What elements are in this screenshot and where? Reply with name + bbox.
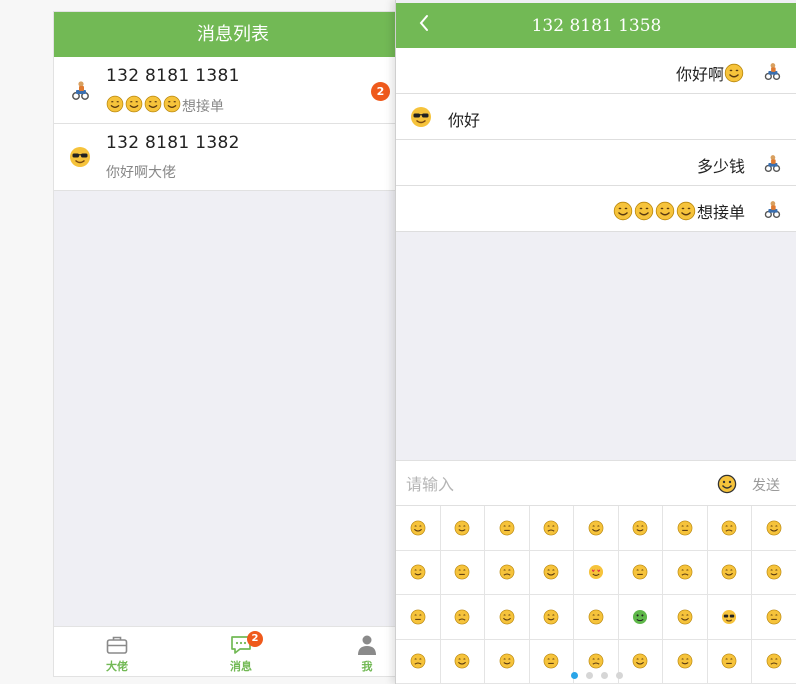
- emoji-option[interactable]: [663, 595, 708, 640]
- rider-avatar-icon: [761, 198, 783, 220]
- briefcase-icon: [105, 634, 129, 656]
- message-text: 你好: [448, 111, 481, 130]
- bottom-tab-bar: 大佬 2 消息 我: [54, 626, 412, 676]
- chat-screen: 132 8181 1358 你好啊 你好 多少钱 想接单 请输入 发送: [395, 0, 796, 684]
- tab-label: 大佬: [106, 660, 128, 673]
- emoji-option[interactable]: [440, 550, 485, 595]
- message-list-screen: 消息列表 132 8181 1381 想接单 2 132 8181 1382 你…: [53, 11, 413, 677]
- smile-emoji-icon: [106, 95, 124, 113]
- emoji-option[interactable]: [707, 550, 752, 595]
- emoji-option[interactable]: [752, 506, 796, 551]
- smile-emoji-icon: [634, 201, 654, 221]
- page-dot[interactable]: [600, 672, 608, 679]
- emoji-option[interactable]: [707, 506, 752, 551]
- message-row: 你好: [396, 94, 796, 140]
- person-icon: [355, 634, 379, 656]
- emoji-option[interactable]: [396, 506, 441, 551]
- smile-emoji-icon: [613, 201, 633, 221]
- preview-text: 你好啊大佬: [106, 165, 176, 181]
- smile-emoji-icon: [676, 201, 696, 221]
- message-list: 你好啊 你好 多少钱 想接单: [396, 48, 796, 232]
- emoji-option[interactable]: [752, 550, 796, 595]
- rider-avatar-icon: [761, 60, 783, 82]
- list-title: 消息列表: [54, 12, 412, 57]
- rider-avatar-icon: [68, 78, 92, 102]
- message-row: 想接单: [396, 186, 796, 232]
- screenshot-stage: 消息列表 132 8181 1381 想接单 2 132 8181 1382 你…: [0, 0, 796, 684]
- emoji-panel: [396, 506, 796, 684]
- sunglasses-emoji-icon: [68, 145, 92, 169]
- emoji-option[interactable]: [618, 506, 663, 551]
- tab-messages[interactable]: 2 消息: [201, 627, 281, 676]
- page-dot[interactable]: [615, 672, 623, 679]
- sunglasses-emoji-icon: [410, 106, 432, 128]
- conversation-name: 132 8181 1381: [106, 66, 240, 86]
- chat-title: 132 8181 1358: [531, 16, 662, 36]
- emoji-option[interactable]: [752, 595, 796, 640]
- emoji-option[interactable]: [396, 595, 441, 640]
- tab-label: 消息: [230, 660, 252, 673]
- emoji-option[interactable]: [529, 506, 574, 551]
- emoji-option[interactable]: [574, 550, 619, 595]
- message-text: 想接单: [613, 199, 745, 223]
- emoji-option[interactable]: [529, 550, 574, 595]
- message-body: 想接单: [696, 203, 745, 222]
- message-text: 你好啊: [676, 61, 745, 85]
- unread-badge: 2: [371, 82, 390, 101]
- smile-emoji-icon: [163, 95, 181, 113]
- smile-emoji-row: [106, 95, 182, 117]
- tab-boss[interactable]: 大佬: [77, 627, 157, 676]
- page-dot[interactable]: [585, 672, 593, 679]
- chat-input-bar: 发送: [396, 460, 796, 506]
- emoji-option[interactable]: [663, 506, 708, 551]
- emoji-option[interactable]: [440, 506, 485, 551]
- smile-emoji-icon: [724, 63, 744, 83]
- message-row: 你好啊: [396, 48, 796, 94]
- message-body: 你好啊: [675, 65, 724, 84]
- emoji-option[interactable]: [574, 595, 619, 640]
- emoji-option[interactable]: [440, 595, 485, 640]
- emoji-page-indicator: [396, 672, 796, 679]
- tab-unread-badge: 2: [247, 631, 263, 647]
- conversation-preview: 想接单: [106, 95, 224, 117]
- page-dot[interactable]: [570, 672, 578, 679]
- emoji-picker-icon[interactable]: [717, 474, 737, 494]
- emoji-option[interactable]: [707, 595, 752, 640]
- emoji-option[interactable]: [485, 506, 530, 551]
- message-text: 多少钱: [696, 157, 745, 176]
- emoji-option[interactable]: [485, 595, 530, 640]
- message-row: 多少钱: [396, 140, 796, 186]
- chat-header: 132 8181 1358: [396, 3, 796, 48]
- conversation-name: 132 8181 1382: [106, 133, 240, 153]
- emoji-option[interactable]: [485, 550, 530, 595]
- emoji-option[interactable]: [618, 595, 663, 640]
- preview-text: 想接单: [182, 99, 224, 115]
- smile-emoji-icon: [144, 95, 162, 113]
- emoji-option[interactable]: [574, 506, 619, 551]
- message-input[interactable]: [406, 469, 696, 499]
- emoji-option[interactable]: [529, 595, 574, 640]
- emoji-option[interactable]: [663, 550, 708, 595]
- conversation-preview: 你好啊大佬: [106, 162, 176, 182]
- conversation-item[interactable]: 132 8181 1381 想接单 2: [54, 57, 412, 124]
- smile-emoji-icon: [655, 201, 675, 221]
- conversation-item[interactable]: 132 8181 1382 你好啊大佬: [54, 124, 412, 191]
- rider-avatar-icon: [761, 152, 783, 174]
- emoji-option[interactable]: [396, 550, 441, 595]
- emoji-option[interactable]: [618, 550, 663, 595]
- smile-emoji-icon: [125, 95, 143, 113]
- send-button[interactable]: 发送: [752, 475, 780, 495]
